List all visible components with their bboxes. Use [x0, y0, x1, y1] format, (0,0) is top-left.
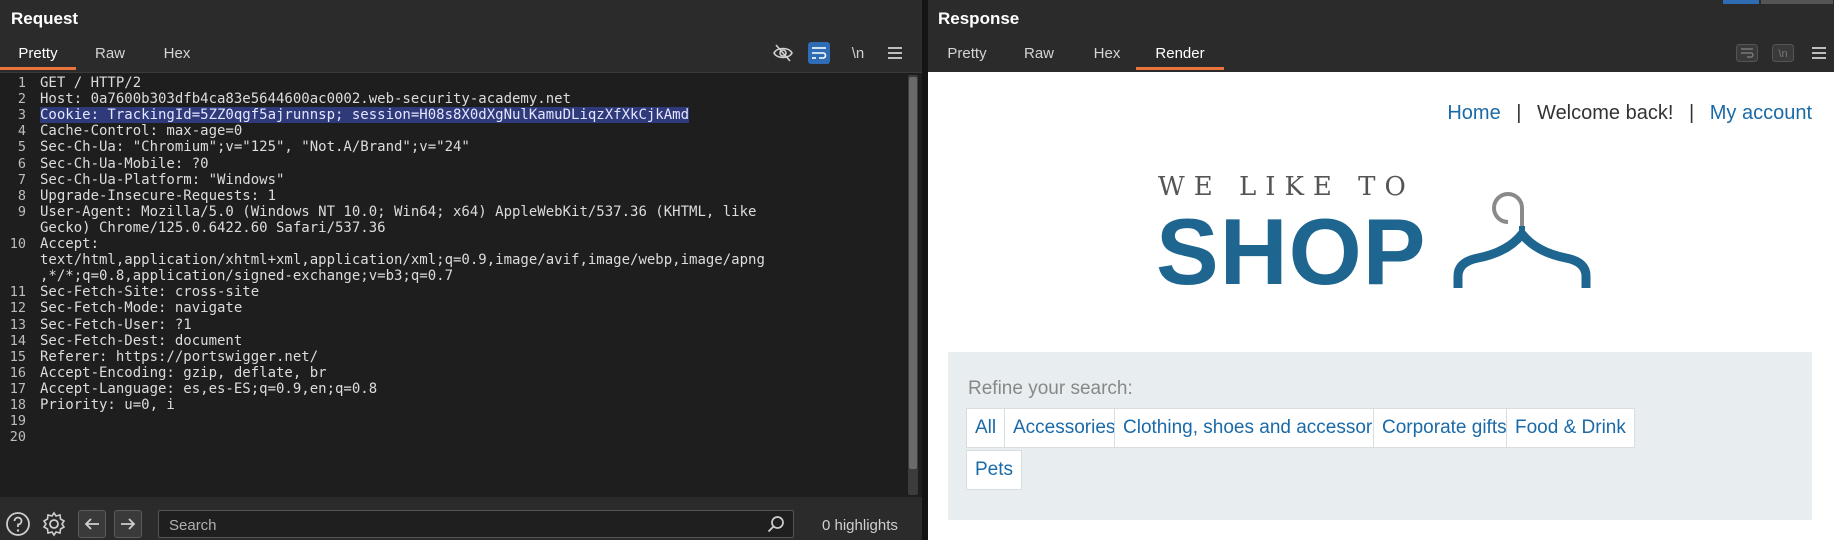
rendered-page: Home | Welcome back! | My account WE LIK…	[928, 72, 1834, 540]
request-pane: Request Pretty Raw Hex \n 1 2 3 4 5 6 7 8 9 10 11 1…	[0, 0, 922, 540]
line-number: 19	[9, 413, 26, 430]
word-wrap-icon[interactable]	[1736, 42, 1758, 64]
code-line: Sec-Ch-Ua-Mobile: ?0	[40, 155, 209, 172]
tab-hex[interactable]: Hex	[154, 40, 200, 70]
request-title: Request	[11, 9, 79, 28]
line-number: 4	[17, 123, 26, 140]
code-line: Sec-Ch-Ua-Platform: "Windows"	[40, 171, 285, 188]
svg-text:\n: \n	[1778, 48, 1787, 60]
code-line: User-Agent: Mozilla/5.0 (Windows NT 10.0…	[40, 203, 757, 220]
settings-gear-icon[interactable]	[40, 510, 68, 538]
shop-logo: WE LIKE TO SHOP	[1156, 172, 1598, 312]
filter-pets[interactable]: Pets	[966, 450, 1023, 490]
filter-corporate-gifts[interactable]: Corporate gifts	[1373, 408, 1516, 448]
code-line: Cookie: TrackingId=5ZZ0qgf5ajrunnsp; ses…	[40, 107, 690, 124]
code-line: ,*/*;q=0.8,application/signed-exchange;v…	[40, 268, 454, 285]
line-number: 9	[17, 203, 26, 220]
code-line: Gecko) Chrome/125.0.6422.60 Safari/537.3…	[40, 219, 386, 236]
line-number: 17	[9, 380, 26, 397]
code-line: Upgrade-Insecure-Requests: 1	[40, 187, 277, 204]
line-number: 7	[17, 171, 26, 188]
tab-raw[interactable]: Raw	[86, 40, 134, 70]
hanger-icon	[1453, 192, 1591, 288]
code-line: Accept-Language: es,es-ES;q=0.9,en;q=0.8	[40, 380, 378, 397]
line-number: 3	[17, 107, 26, 124]
filter-clothing-shoes-and-accessories[interactable]: Clothing, shoes and accessories	[1114, 408, 1406, 448]
code-line: Sec-Fetch-Mode: navigate	[40, 300, 243, 317]
search-input[interactable]	[169, 515, 749, 535]
filter-food-drink[interactable]: Food & Drink	[1506, 408, 1635, 448]
code-line: Sec-Fetch-Site: cross-site	[40, 284, 260, 301]
line-number: 8	[17, 187, 26, 204]
menu-icon[interactable]	[884, 42, 906, 64]
search-icon[interactable]	[767, 515, 785, 533]
response-tabs: Pretty Raw Hex Render	[928, 40, 1834, 70]
nav-home-link[interactable]: Home	[1447, 102, 1500, 124]
code-line: Sec-Fetch-Dest: document	[40, 332, 243, 349]
code-line: Priority: u=0, i	[40, 397, 175, 413]
line-number: 10	[9, 236, 26, 252]
tab-raw[interactable]: Raw	[1014, 40, 1064, 70]
newline-icon[interactable]: \n	[1772, 42, 1794, 64]
tab-hex[interactable]: Hex	[1084, 40, 1130, 70]
line-number: 16	[9, 364, 26, 381]
line-number: 15	[9, 348, 26, 365]
line-number: 6	[17, 155, 26, 172]
newline-icon[interactable]: \n	[847, 42, 869, 64]
nav-my-account-link[interactable]: My account	[1710, 102, 1812, 124]
code-line: Accept:	[40, 236, 100, 252]
scrollbar-thumb[interactable]	[909, 77, 917, 469]
highlights-count: 0 highlights	[822, 517, 898, 534]
nav-separator: |	[1516, 102, 1522, 124]
code-line: Accept-Encoding: gzip, deflate, br	[40, 364, 327, 381]
menu-icon[interactable]	[1808, 42, 1830, 64]
tab-pretty[interactable]: Pretty	[936, 40, 998, 70]
forward-arrow-icon[interactable]	[114, 510, 142, 538]
logo-wordmark: SHOP	[1156, 199, 1427, 304]
line-number: 20	[9, 429, 26, 446]
eye-off-icon[interactable]	[772, 42, 794, 64]
response-pane: Response Pretty Raw Hex Render \n Home |…	[928, 0, 1834, 540]
line-number: 11	[9, 284, 26, 301]
word-wrap-icon[interactable]	[808, 42, 830, 64]
request-footer: 0 highlights	[0, 506, 922, 540]
code-line: Sec-Fetch-User: ?1	[40, 316, 192, 333]
filter-accessories[interactable]: Accessories	[1004, 408, 1125, 448]
line-number: 13	[9, 316, 26, 333]
editor-scrollbar[interactable]	[908, 75, 918, 495]
request-editor[interactable]: 1 2 3 4 5 6 7 8 9 10 11 12 13 14 15 16 17 18 19 20 GET / HT…	[0, 72, 922, 497]
code-line: Sec-Ch-Ua: "Chromium";v="125", "Not.A/Br…	[40, 139, 470, 156]
code-line: Cache-Control: max-age=0	[40, 123, 243, 140]
code-line: Host: 0a7600b303dfb4ca83e5644600ac0002.w…	[40, 91, 572, 108]
line-number: 18	[9, 397, 26, 413]
code-line: Referer: https://portswigger.net/	[40, 348, 319, 365]
refine-label: Refine your search:	[968, 378, 1133, 399]
tab-pretty[interactable]: Pretty	[0, 40, 76, 70]
back-arrow-icon[interactable]	[78, 510, 106, 538]
welcome-text: Welcome back!	[1537, 102, 1674, 124]
tab-render[interactable]: Render	[1136, 40, 1224, 70]
code-line: GET / HTTP/2	[40, 75, 142, 91]
code-line: text/html,application/xhtml+xml,applicat…	[40, 252, 765, 269]
search-field[interactable]	[158, 510, 794, 538]
site-nav: Home | Welcome back! | My account	[1447, 102, 1812, 125]
filter-all[interactable]: All	[966, 408, 1006, 448]
line-number-gutter: 1 2 3 4 5 6 7 8 9 10 11 12 13 14 15 16 17 18 19 20	[0, 73, 30, 497]
burp-repeater-window: Request Pretty Raw Hex \n 1 2 3 4 5 6 7 8 9 10 11 1…	[0, 0, 1834, 540]
line-number: 5	[17, 139, 26, 156]
line-number: 2	[17, 91, 26, 108]
line-number: 1	[17, 75, 26, 91]
line-number: 14	[9, 332, 26, 349]
help-icon[interactable]	[4, 510, 32, 538]
nav-separator: |	[1688, 102, 1695, 124]
layout-toggle[interactable]	[1723, 0, 1833, 4]
line-number: 12	[9, 300, 26, 317]
response-title: Response	[938, 9, 1020, 28]
selected-cookie-header[interactable]: Cookie: TrackingId=5ZZ0qgf5ajrunnsp; ses…	[40, 107, 690, 124]
refine-search-panel: Refine your search: All Accessories Clothi…	[948, 352, 1812, 520]
